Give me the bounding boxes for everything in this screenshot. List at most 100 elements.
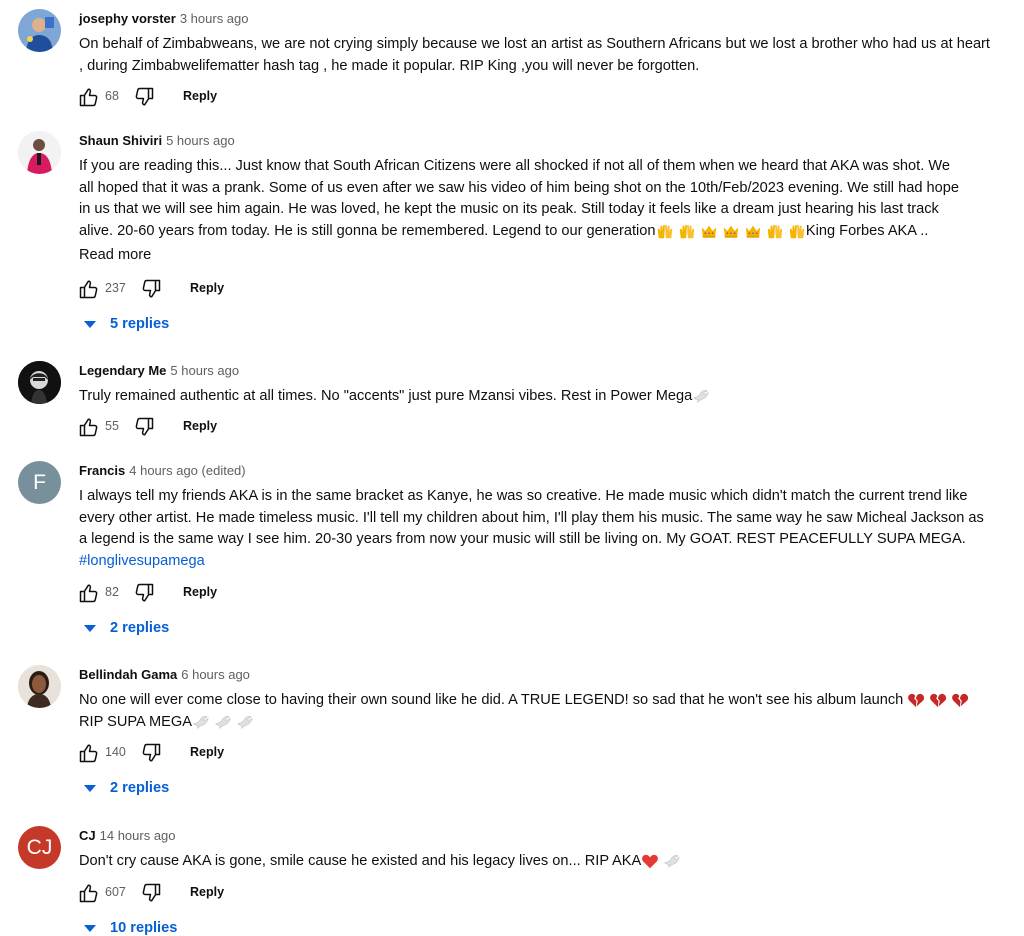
like-count: 140: [105, 745, 126, 759]
avatar[interactable]: [18, 9, 61, 52]
reply-button[interactable]: Reply: [183, 585, 217, 599]
author-name[interactable]: CJ: [79, 828, 96, 843]
thumb-down-icon[interactable]: [133, 581, 157, 605]
reply-button[interactable]: Reply: [190, 885, 224, 899]
crown-icon: [744, 222, 762, 240]
view-replies-button[interactable]: 2 replies: [84, 620, 169, 636]
broken-heart-icon: [951, 691, 969, 709]
dove-icon: [214, 713, 232, 731]
hashtag-link[interactable]: #longlivesupamega: [79, 553, 205, 569]
view-replies-button[interactable]: 5 replies: [84, 316, 169, 332]
thumb-up-icon[interactable]: [76, 741, 100, 765]
caret-down-icon: [84, 320, 96, 328]
author-name[interactable]: Shaun Shiviri: [79, 133, 162, 148]
comment-header: Shaun Shiviri 5 hours ago: [79, 133, 235, 148]
avatar[interactable]: [18, 131, 61, 174]
comment-text: If you are reading this... Just know tha…: [79, 156, 994, 243]
comment-time[interactable]: 5 hours ago: [166, 133, 235, 148]
crown-icon: [722, 222, 740, 240]
comment-text-line: No one will ever come close to having th…: [79, 690, 994, 712]
red-heart-icon: [641, 852, 659, 870]
view-replies-button[interactable]: 2 replies: [84, 780, 169, 796]
comment-header: Legendary Me 5 hours ago: [79, 363, 239, 378]
comment-text-line: If you are reading this... Just know tha…: [79, 158, 950, 174]
thumb-up-icon[interactable]: [76, 277, 100, 301]
reply-button[interactable]: Reply: [183, 89, 217, 103]
author-name[interactable]: Legendary Me: [79, 363, 166, 378]
thumb-up-icon[interactable]: [76, 881, 100, 905]
dove-icon: [663, 852, 681, 870]
comment-header: Bellindah Gama 6 hours ago: [79, 667, 250, 682]
thumb-up-icon[interactable]: [76, 581, 100, 605]
dove-icon: [236, 713, 254, 731]
comment-text: No one will ever come close to having th…: [79, 690, 994, 733]
comment-header: CJ 14 hours ago: [79, 828, 176, 843]
comment-text-segment: King Forbes AKA ..: [805, 223, 929, 240]
photo-avatar-icon: [18, 9, 61, 52]
comment-time[interactable]: 5 hours ago: [170, 363, 239, 378]
reply-button[interactable]: Reply: [190, 745, 224, 759]
broken-heart-icon: [929, 691, 947, 709]
caret-down-icon: [84, 624, 96, 632]
comment-text-line: alive. 20-60 years from today. He is sti…: [79, 221, 994, 243]
comment-text-segment: I always tell my friends AKA is in the s…: [79, 488, 984, 548]
comment-text-line: all hoped that it was a prank. Some of u…: [79, 179, 959, 196]
like-count: 237: [105, 281, 126, 295]
comment-text: Truly remained authentic at all times. N…: [79, 386, 994, 408]
author-name[interactable]: Bellindah Gama: [79, 667, 177, 682]
comment-text-segment: RIP SUPA MEGA: [79, 713, 193, 730]
thumb-down-icon[interactable]: [133, 415, 157, 439]
thumb-down-icon[interactable]: [140, 881, 164, 905]
like-count: 68: [105, 89, 119, 103]
broken-heart-icon: [907, 691, 925, 709]
view-replies-button[interactable]: 10 replies: [84, 920, 177, 936]
avatar[interactable]: [18, 665, 61, 708]
photo-avatar-icon: [18, 665, 61, 708]
comment-text-segment: Don't cry cause AKA is gone, smile cause…: [79, 853, 642, 869]
reply-button[interactable]: Reply: [190, 281, 224, 295]
author-name[interactable]: josephy vorster: [79, 11, 176, 26]
comment-header: Francis 4 hours ago (edited): [79, 463, 246, 478]
like-count: 55: [105, 419, 119, 433]
reply-button[interactable]: Reply: [183, 419, 217, 433]
avatar-letter: F: [33, 470, 46, 494]
comment-time[interactable]: 4 hours ago (edited): [129, 463, 245, 478]
comment-time[interactable]: 3 hours ago: [180, 11, 249, 26]
thumb-down-icon[interactable]: [133, 85, 157, 109]
author-name[interactable]: Francis: [79, 463, 125, 478]
comment-time[interactable]: 14 hours ago: [100, 828, 176, 843]
replies-label: 2 replies: [110, 620, 170, 636]
thumb-up-icon[interactable]: [76, 85, 100, 109]
dove-icon: [192, 713, 210, 731]
replies-label: 2 replies: [110, 780, 170, 796]
comment-header: josephy vorster 3 hours ago: [79, 11, 249, 26]
comment-text-segment: alive. 20-60 years from today. He is sti…: [79, 223, 656, 240]
comment-text-segment: No one will ever come close to having th…: [79, 692, 908, 708]
raising-hands-icon: [788, 222, 806, 240]
comment-text: On behalf of Zimbabweans, we are not cry…: [79, 36, 990, 74]
comment-text-line: in us that we will see him again. He was…: [79, 201, 939, 218]
raising-hands-icon: [678, 222, 696, 240]
caret-down-icon: [84, 924, 96, 932]
thumb-down-icon[interactable]: [140, 277, 164, 301]
avatar-letter: CJ: [26, 835, 53, 859]
comment-time[interactable]: 6 hours ago: [181, 667, 250, 682]
like-count: 607: [105, 885, 126, 899]
raising-hands-icon: [766, 222, 784, 240]
thumb-down-icon[interactable]: [140, 741, 164, 765]
comment-text: Don't cry cause AKA is gone, smile cause…: [79, 851, 994, 873]
like-count: 82: [105, 585, 119, 599]
comment-text-line: RIP SUPA MEGA: [79, 712, 994, 734]
photo-avatar-icon: [18, 361, 61, 404]
avatar[interactable]: [18, 361, 61, 404]
replies-label: 5 replies: [110, 316, 170, 332]
read-more-button[interactable]: Read more: [79, 247, 151, 263]
raising-hands-icon: [656, 222, 674, 240]
comments-section: josephy vorster 3 hours ago On behalf of …: [0, 0, 1024, 936]
thumb-up-icon[interactable]: [76, 415, 100, 439]
avatar[interactable]: F: [18, 461, 61, 504]
replies-label: 10 replies: [110, 920, 178, 936]
comment-text: I always tell my friends AKA is in the s…: [79, 486, 994, 573]
dove-icon: [692, 387, 710, 405]
avatar[interactable]: CJ: [18, 826, 61, 869]
